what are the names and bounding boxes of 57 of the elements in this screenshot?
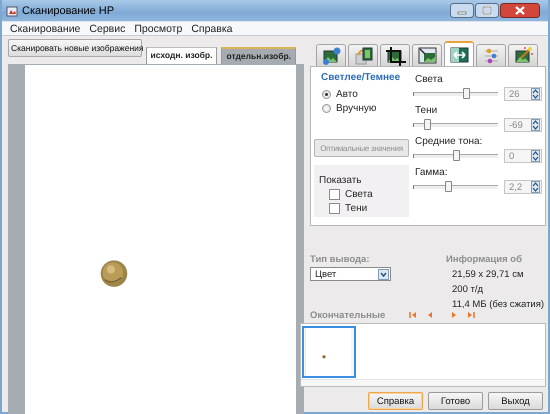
picture-icon: [320, 46, 342, 66]
thumbnail[interactable]: [302, 326, 356, 378]
slider-label: Гамма:: [415, 167, 448, 178]
menu-item[interactable]: Просмотр: [130, 22, 186, 34]
dialog-button[interactable]: Справка: [368, 392, 423, 410]
checkbox[interactable]: [329, 189, 340, 200]
radio-button[interactable]: [322, 90, 331, 99]
checkbox[interactable]: [329, 203, 340, 214]
info-text: 11,4 МБ (без сжатия): [452, 299, 546, 310]
radio-button[interactable]: [322, 104, 331, 113]
checkbox-label: Света: [345, 189, 373, 200]
group-label: Показать: [319, 175, 362, 186]
close-icon[interactable]: [500, 3, 540, 18]
app-icon: [6, 4, 18, 16]
spin-arrows-icon: [531, 88, 540, 100]
dialog-button[interactable]: Выход: [488, 392, 543, 410]
menu-item[interactable]: Сканирование: [6, 22, 84, 34]
view-tab[interactable]: отдельн.изобр.: [221, 47, 296, 64]
info-text: 21,59 x 29,71 см: [452, 269, 524, 280]
spin-arrows-icon: [531, 150, 540, 162]
window-title: Сканирование HP: [22, 4, 116, 16]
section-title: Светлее/Темнее: [321, 72, 402, 83]
minimize-icon[interactable]: [450, 3, 474, 18]
spin-arrows-icon: [531, 181, 540, 193]
magic-wand-icon: [512, 46, 534, 66]
menu-item[interactable]: Справка: [187, 22, 237, 34]
tool-tab[interactable]: [412, 44, 442, 66]
brightness-icon: [448, 44, 470, 64]
scan-button[interactable]: Сканировать новые изображения: [8, 39, 142, 57]
radio-label: Авто: [336, 89, 358, 100]
slider-label: Средние тона:: [415, 136, 482, 147]
tool-tab[interactable]: [380, 44, 410, 66]
previous-icon[interactable]: [427, 311, 434, 319]
view-tab[interactable]: исходн. изобр.: [146, 47, 218, 64]
slider-label: Света: [415, 74, 443, 85]
info-text: 200 т/д: [452, 284, 484, 295]
resize-icon: [416, 46, 438, 66]
output-type-dropdown[interactable]: Цвет: [310, 267, 391, 281]
final-images-label: Окончательные: [310, 310, 386, 320]
checkbox-label: Тени: [345, 203, 368, 214]
output-type-label: Тип вывода:: [310, 254, 370, 265]
info-title: Информация об: [446, 254, 523, 265]
first-icon[interactable]: [409, 311, 418, 319]
radio-label: Вручную: [336, 103, 376, 114]
dialog-button[interactable]: Готово: [428, 392, 483, 410]
scrollbar[interactable]: [301, 379, 545, 386]
tool-tab[interactable]: [444, 41, 474, 66]
last-icon[interactable]: [467, 311, 476, 319]
tool-tab[interactable]: [316, 44, 346, 66]
next-icon[interactable]: [451, 311, 458, 319]
tool-tab[interactable]: [508, 44, 538, 66]
tool-tab[interactable]: [348, 44, 378, 66]
menu-item[interactable]: Сервис: [85, 22, 130, 34]
maximize-icon[interactable]: [475, 3, 499, 18]
copy-icon: [352, 46, 374, 66]
spin-arrows-icon: [531, 119, 540, 131]
slider-label: Тени: [415, 105, 438, 116]
